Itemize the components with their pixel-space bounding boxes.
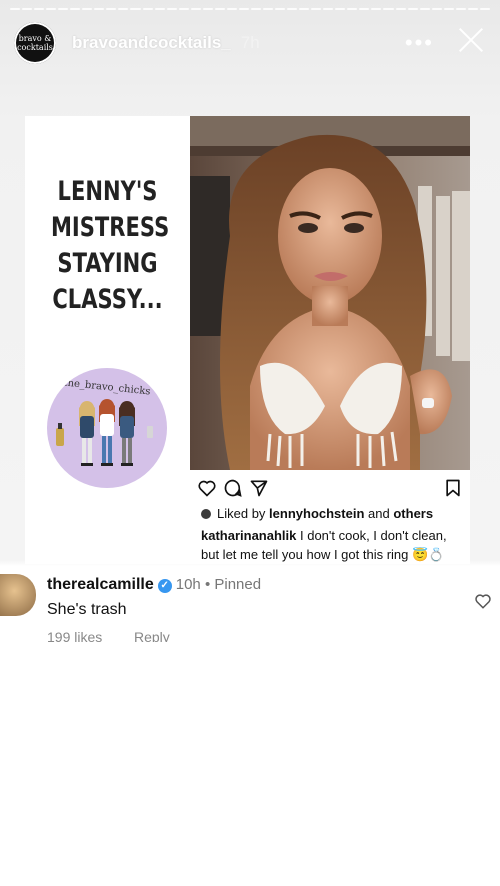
caption-username[interactable]: katharinanahlik (201, 528, 296, 543)
pinned-comment: therealcamille ✓ 10h • Pinned She's trash … (0, 566, 500, 642)
liked-mid: and (368, 506, 390, 521)
comment-likes[interactable]: 199 likes (47, 629, 102, 642)
comment-header: therealcamille ✓ 10h • Pinned (47, 576, 261, 594)
story-header: bravo & cocktails bravoandcocktails_ 7h … (14, 22, 486, 64)
post-caption: katharinanahlik I don't cook, I don't cl… (201, 526, 466, 564)
post-text-panel: LENNY'S MISTRESS STAYING CLASSY... the_b… (25, 116, 190, 564)
pinned-label: Pinned (214, 576, 262, 593)
post-photo[interactable] (190, 116, 470, 470)
post-headline: LENNY'S MISTRESS STAYING CLASSY... (50, 174, 170, 318)
badge-logo: the_bravo_chicks (47, 368, 167, 488)
woman-photo-illustration (190, 116, 470, 470)
comment-username[interactable]: therealcamille (47, 576, 154, 593)
headline-line: STAYING (57, 248, 158, 279)
story-username[interactable]: bravoandcocktails_ (72, 33, 231, 53)
verified-badge-icon: ✓ (157, 579, 172, 593)
headline-line: LENNY'S (57, 176, 158, 207)
headline-line: CLASSY... (52, 284, 163, 315)
story-progress-bar (10, 8, 490, 10)
comment-text: She's trash (47, 601, 127, 618)
more-options-icon[interactable]: ••• (405, 30, 434, 56)
comment-icon[interactable] (223, 478, 243, 498)
liked-prefix: Liked by (217, 506, 266, 521)
liked-others[interactable]: others (393, 506, 433, 521)
post-actions (197, 478, 467, 500)
comment-like-heart-icon[interactable] (474, 592, 492, 610)
shared-post-card[interactable]: LENNY'S MISTRESS STAYING CLASSY... the_b… (25, 116, 470, 564)
liker-avatar (201, 509, 211, 519)
share-icon[interactable] (249, 478, 269, 498)
story-avatar[interactable]: bravo & cocktails (14, 22, 56, 64)
liked-user[interactable]: lennyhochstein (269, 506, 364, 521)
story-time: 7h (240, 33, 260, 52)
close-icon[interactable] (456, 24, 486, 54)
heart-icon[interactable] (197, 478, 217, 498)
headline-line: MISTRESS (50, 212, 170, 243)
bookmark-icon[interactable] (443, 478, 463, 498)
reply-button[interactable]: Reply (134, 629, 170, 642)
comment-avatar[interactable] (0, 574, 36, 616)
separator: • (204, 576, 211, 593)
comment-time: 10h (175, 576, 201, 593)
liked-by-line: Liked by lennyhochstein and others (201, 506, 433, 521)
